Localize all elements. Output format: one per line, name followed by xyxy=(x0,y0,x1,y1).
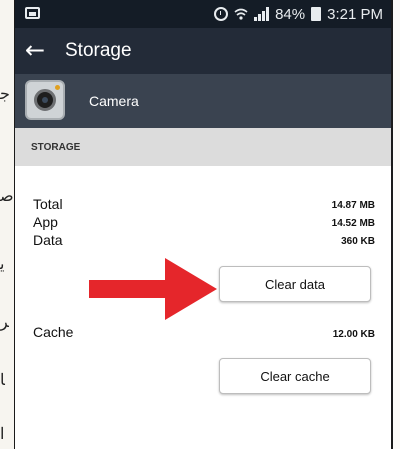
section-title: STORAGE xyxy=(31,142,81,153)
app-bar: ← Storage xyxy=(15,28,391,74)
alarm-icon xyxy=(214,7,229,21)
background-paper-right xyxy=(392,0,400,449)
background-paper-left: ﺟ ﺻ ﯾ ﺮ ﺎ ا xyxy=(0,0,14,449)
script-glyph: ﺻ xyxy=(0,186,14,205)
back-arrow-icon[interactable]: ← xyxy=(25,36,51,64)
status-icons: 84% 3:21 PM xyxy=(214,4,383,24)
wifi-icon xyxy=(234,8,248,20)
screenshot-icon xyxy=(25,7,40,19)
clear-data-button[interactable]: Clear data xyxy=(219,266,371,302)
script-glyph: ا xyxy=(0,424,5,443)
battery-icon xyxy=(311,7,322,21)
data-size-value: 360 KB xyxy=(341,236,375,247)
page-title: Storage xyxy=(65,40,132,61)
script-glyph: ﺟ xyxy=(0,84,10,103)
app-size-label: App xyxy=(33,214,58,230)
signal-icon xyxy=(254,7,270,21)
script-glyph: ﯾ xyxy=(0,254,5,273)
battery-percent: 84% xyxy=(275,5,306,23)
app-header: Camera xyxy=(15,74,391,128)
total-value: 14.87 MB xyxy=(331,200,375,211)
camera-icon xyxy=(25,80,65,120)
data-size-label: Data xyxy=(33,232,63,248)
status-bar: 84% 3:21 PM xyxy=(15,0,391,28)
app-size-value: 14.52 MB xyxy=(331,218,375,229)
red-arrow-icon xyxy=(89,258,217,320)
phone-screen: 84% 3:21 PM ← Storage Camera STORAGE Tot… xyxy=(14,0,393,449)
script-glyph: ﺎ xyxy=(0,370,5,389)
total-label: Total xyxy=(33,196,63,212)
app-name: Camera xyxy=(89,93,139,109)
cache-label: Cache xyxy=(33,324,74,340)
clear-cache-button[interactable]: Clear cache xyxy=(219,358,371,394)
status-time: 3:21 PM xyxy=(327,5,383,23)
script-glyph: ﺮ xyxy=(0,312,9,331)
cache-value: 12.00 KB xyxy=(332,329,375,340)
storage-section-header: STORAGE xyxy=(15,128,391,166)
